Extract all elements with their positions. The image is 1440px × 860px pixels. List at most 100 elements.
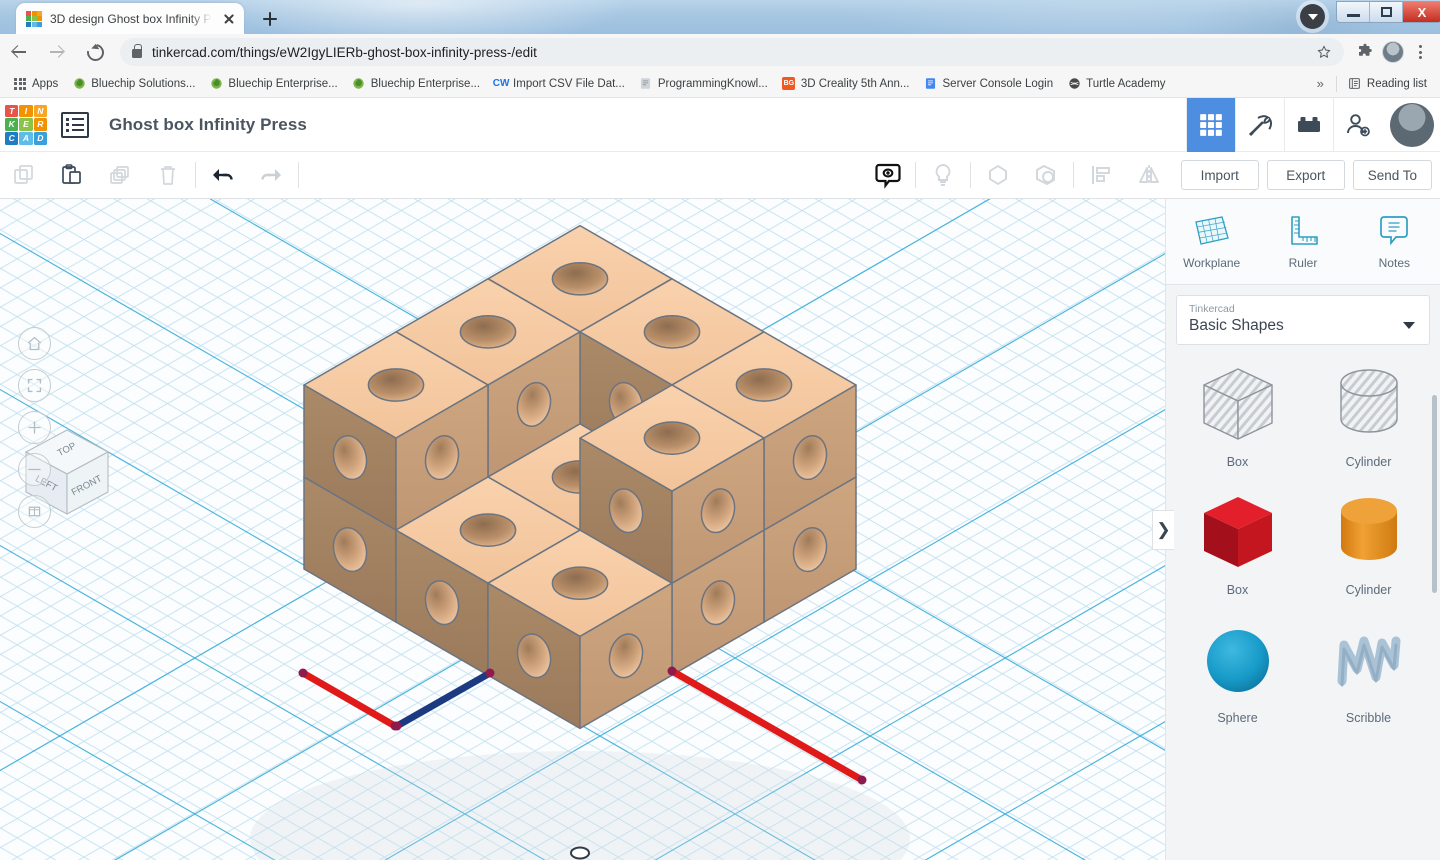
ruler-tool[interactable]: Ruler <box>1257 213 1348 270</box>
group-icon[interactable] <box>974 152 1022 199</box>
ruler-dimension-line[interactable] <box>299 669 399 730</box>
minimize-button[interactable] <box>1337 2 1370 22</box>
window-dropdown-icon[interactable] <box>1300 4 1325 29</box>
ruler-dimension-line[interactable] <box>393 669 494 730</box>
invite-person-icon[interactable] <box>1333 97 1382 152</box>
bookmarks-overflow-icon[interactable]: » <box>1309 76 1332 91</box>
3d-canvas[interactable]: TOP LEFT FRONT Edit Grid Snap Grid 1.0 m… <box>0 199 1165 860</box>
tool-label: Ruler <box>1288 256 1318 270</box>
export-button[interactable]: Export <box>1266 160 1345 190</box>
maximize-button[interactable] <box>1370 2 1403 22</box>
address-bar[interactable]: tinkercad.com/things/eW2IgyLIERb-ghost-b… <box>120 38 1344 66</box>
profile-avatar[interactable] <box>1380 39 1406 65</box>
window-controls: X <box>1336 1 1440 23</box>
bookmark-label: 3D Creality 5th Ann... <box>800 77 910 90</box>
shape-library-select[interactable]: Tinkercad Basic Shapes <box>1176 295 1430 345</box>
chrome-menu-icon[interactable] <box>1408 40 1432 64</box>
cube-hole <box>551 566 609 601</box>
align-icon[interactable] <box>1077 152 1125 199</box>
bookmark-item[interactable]: Turtle Academy <box>1060 74 1172 94</box>
bookmark-item[interactable]: CW Import CSV File Dat... <box>487 74 632 94</box>
browser-window: 3D design Ghost box Infinity Pres X tink… <box>0 0 1440 860</box>
bookmark-label: Apps <box>32 77 59 90</box>
bookmark-item[interactable]: Bluechip Enterprise... <box>345 74 487 94</box>
bookmark-item[interactable]: Bluechip Enterprise... <box>202 74 344 94</box>
ruler-dimension-line[interactable] <box>668 667 866 784</box>
forward-button[interactable] <box>38 34 76 70</box>
ortho-perspective-toggle[interactable] <box>18 495 51 528</box>
ruler-endpoint-handle[interactable] <box>485 668 495 678</box>
collapse-panel-button[interactable]: ❯ <box>1152 510 1174 550</box>
reading-list-button[interactable]: Reading list <box>1341 74 1434 94</box>
ghost-box-infinity-press-model[interactable] <box>0 199 1165 860</box>
hole-cylinder-icon <box>1339 369 1398 433</box>
bookmark-item[interactable]: BG 3D Creality 5th Ann... <box>775 74 917 94</box>
ungroup-icon[interactable] <box>1022 152 1070 199</box>
avatar[interactable] <box>1390 102 1434 147</box>
extensions-icon[interactable] <box>1352 39 1378 65</box>
shape-item-hole-box[interactable]: Box <box>1172 363 1303 469</box>
delete-icon[interactable] <box>144 152 192 199</box>
mirror-icon[interactable] <box>1125 152 1173 199</box>
zoom-in-button[interactable] <box>18 411 51 444</box>
reload-button[interactable] <box>76 34 114 70</box>
minecraft-pickaxe-icon[interactable] <box>1235 97 1284 152</box>
close-tab-icon[interactable] <box>220 10 238 28</box>
shape-item-sphere[interactable]: Sphere <box>1172 619 1303 725</box>
workplane-tool[interactable]: Workplane <box>1166 213 1257 270</box>
page-icon <box>639 77 653 91</box>
bookmark-item[interactable]: Bluechip Solutions... <box>65 74 202 94</box>
cube-hole <box>643 315 701 349</box>
model-origin-handle[interactable] <box>570 846 590 860</box>
shape-label: Scribble <box>1345 711 1392 725</box>
project-list-button[interactable] <box>61 111 89 138</box>
ruler-endpoint-handle[interactable] <box>392 721 402 731</box>
undo-icon[interactable] <box>199 152 247 199</box>
lego-brick-icon[interactable] <box>1284 97 1333 152</box>
shape-item-hole-cylinder[interactable]: Cylinder <box>1303 363 1434 469</box>
cube-hole <box>459 513 517 547</box>
ruler-endpoint-handle[interactable] <box>857 775 867 785</box>
back-button[interactable] <box>0 34 38 70</box>
bookmark-apps[interactable]: Apps <box>6 74 65 94</box>
panel-scrollbar[interactable] <box>1432 395 1437 593</box>
toolbar-right-group: Import Export Send To <box>864 152 1440 199</box>
shape-item-solid-cylinder[interactable]: Cylinder <box>1303 491 1434 597</box>
tinkercad-logo[interactable]: TINKERCAD <box>5 104 47 145</box>
solid-box-icon <box>1203 497 1272 567</box>
shape-item-scribble[interactable]: Scribble <box>1303 619 1434 725</box>
cube-hole <box>735 368 793 402</box>
browser-toolbar: tinkercad.com/things/eW2IgyLIERb-ghost-b… <box>0 34 1440 70</box>
reading-list-icon <box>1348 77 1362 91</box>
paste-icon[interactable] <box>48 152 96 199</box>
shape-item-solid-box[interactable]: Box <box>1172 491 1303 597</box>
redo-icon[interactable] <box>247 152 295 199</box>
import-button[interactable]: Import <box>1180 160 1259 190</box>
new-tab-button[interactable] <box>256 6 284 32</box>
send-to-button[interactable]: Send To <box>1352 160 1432 190</box>
ruler-endpoint-handle[interactable] <box>667 666 677 676</box>
duplicate-icon[interactable] <box>96 152 144 199</box>
browser-tab[interactable]: 3D design Ghost box Infinity Pres <box>16 3 244 34</box>
bookmark-star-icon[interactable] <box>1316 44 1332 60</box>
bookmark-item[interactable]: Server Console Login <box>917 74 1061 94</box>
shape-label: Cylinder <box>1345 583 1392 597</box>
workplane-icon <box>1194 216 1229 245</box>
fit-all-button[interactable] <box>18 369 51 402</box>
show-hide-icon[interactable] <box>864 152 912 199</box>
home-view-button[interactable] <box>18 327 51 360</box>
shape-label: Box <box>1226 455 1249 469</box>
zoom-out-button[interactable] <box>18 453 51 486</box>
bookmarks-bar: Apps Bluechip Solutions... Bluechip Enter… <box>0 70 1440 98</box>
bg-icon: BG <box>782 77 796 91</box>
close-window-button[interactable]: X <box>1403 2 1440 22</box>
lock-icon <box>132 43 142 58</box>
copy-icon[interactable] <box>0 152 48 199</box>
ruler-endpoint-handle[interactable] <box>298 668 308 678</box>
grid-3d-icon[interactable] <box>1186 97 1235 152</box>
bookmark-label: Server Console Login <box>942 77 1054 90</box>
light-bulb-icon[interactable] <box>919 152 967 199</box>
notes-tool[interactable]: Notes <box>1349 213 1440 270</box>
bookmark-item[interactable]: ProgrammingKnowl... <box>632 74 775 94</box>
doc-icon <box>924 77 938 91</box>
